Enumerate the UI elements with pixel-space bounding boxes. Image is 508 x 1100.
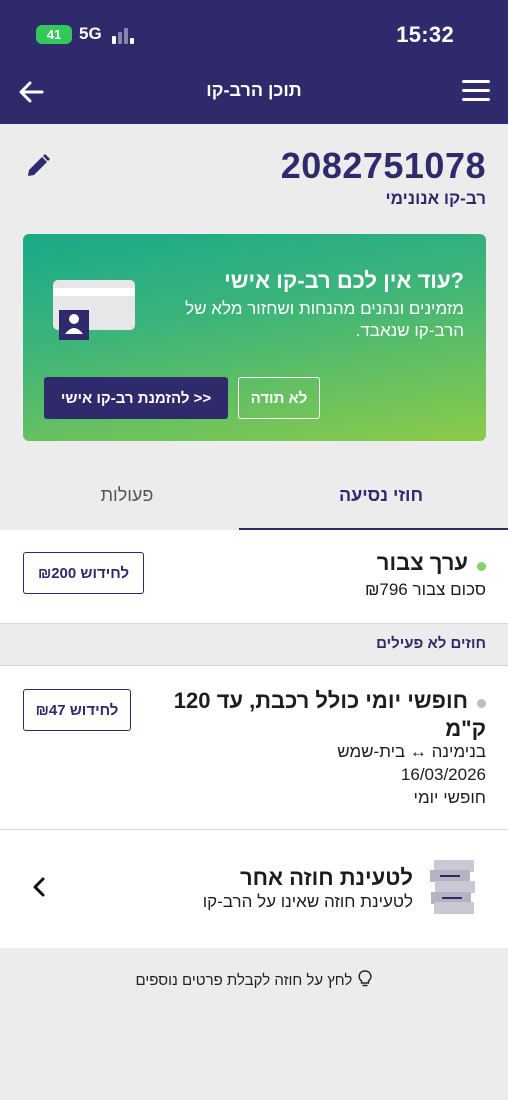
tab-actions[interactable]: פעולות — [0, 466, 254, 530]
hamburger-menu-icon[interactable] — [462, 80, 490, 102]
stored-value-title: ערך צבור — [376, 550, 468, 575]
chevron-left-icon[interactable] — [30, 876, 48, 898]
card-type: רב-קו אנונימי — [385, 189, 486, 208]
battery-indicator: 41 — [36, 25, 72, 44]
hint-text: לחץ על חוזה לקבלת פרטים נוספים — [135, 972, 353, 989]
contract-title-line1: חופשי יומי כולל רכבת, עד 120 — [173, 688, 468, 713]
promo-title: עוד אין לכם רב-קו אישי? — [224, 268, 464, 293]
stored-value-amount: סכום צבור ₪796 — [364, 580, 486, 599]
contract-title-line2: ק"מ — [445, 716, 486, 741]
contract-stack-icon — [430, 860, 475, 914]
tab-bar: חוזי נסיעה פעולות — [0, 466, 508, 530]
contract-date: 16/03/2026 — [400, 765, 486, 784]
contract-route: בנימינה ↔ בית-שמש — [337, 742, 486, 761]
inactive-contracts-header: חוזים לא פעילים — [0, 624, 508, 666]
contract-type: חופשי יומי — [413, 788, 486, 807]
lightbulb-icon — [358, 970, 373, 987]
inactive-status-dot — [477, 699, 486, 708]
details-hint: לחץ על חוזה לקבלת פרטים נוספים — [0, 970, 508, 989]
status-time: 15:32 — [396, 22, 454, 47]
load-other-subtitle: לטעינת חוזה שאינו על הרב-קו — [202, 892, 413, 911]
load-other-contract-row[interactable]: לטעינת חוזה אחר לטעינת חוזה שאינו על הרב… — [0, 830, 508, 948]
promo-body: מזמינים ונהנים מהנחות ושחזור מלא של הרב-… — [185, 299, 464, 340]
load-other-title: לטעינת חוזה אחר — [239, 865, 413, 890]
top-bar: 41 5G 15:32 תוכן הרב-קו — [0, 0, 508, 124]
personal-card-icon — [53, 280, 135, 340]
order-personal-card-button[interactable]: להזמנת רב-קו אישי >> — [44, 377, 228, 419]
edit-pencil-icon[interactable] — [24, 152, 52, 180]
page-title: תוכן הרב-קו — [206, 80, 302, 100]
card-number: 2082751078 — [280, 145, 486, 186]
renew-contract-button[interactable]: לחידוש ₪47 — [23, 689, 131, 731]
contract-row[interactable]: חופשי יומי כולל רכבת, עד 120 ק"מ בנימינה… — [0, 666, 508, 830]
personal-card-promo: עוד אין לכם רב-קו אישי? מזמינים ונהנים מ… — [23, 234, 486, 441]
app-header: תוכן הרב-קו — [0, 62, 508, 124]
signal-icon — [112, 26, 140, 44]
renew-stored-value-button[interactable]: לחידוש ₪200 — [23, 552, 144, 594]
tab-travel-contracts[interactable]: חוזי נסיעה — [254, 466, 508, 530]
active-status-dot — [477, 562, 486, 571]
network-type: 5G — [79, 24, 102, 43]
battery-level: 41 — [46, 27, 62, 42]
dismiss-button[interactable]: לא תודה — [238, 377, 320, 419]
section-title: חוזים לא פעילים — [376, 635, 486, 652]
stored-value-row[interactable]: ערך צבור סכום צבור ₪796 לחידוש ₪200 — [0, 530, 508, 624]
status-bar: 41 5G 15:32 — [0, 18, 508, 52]
